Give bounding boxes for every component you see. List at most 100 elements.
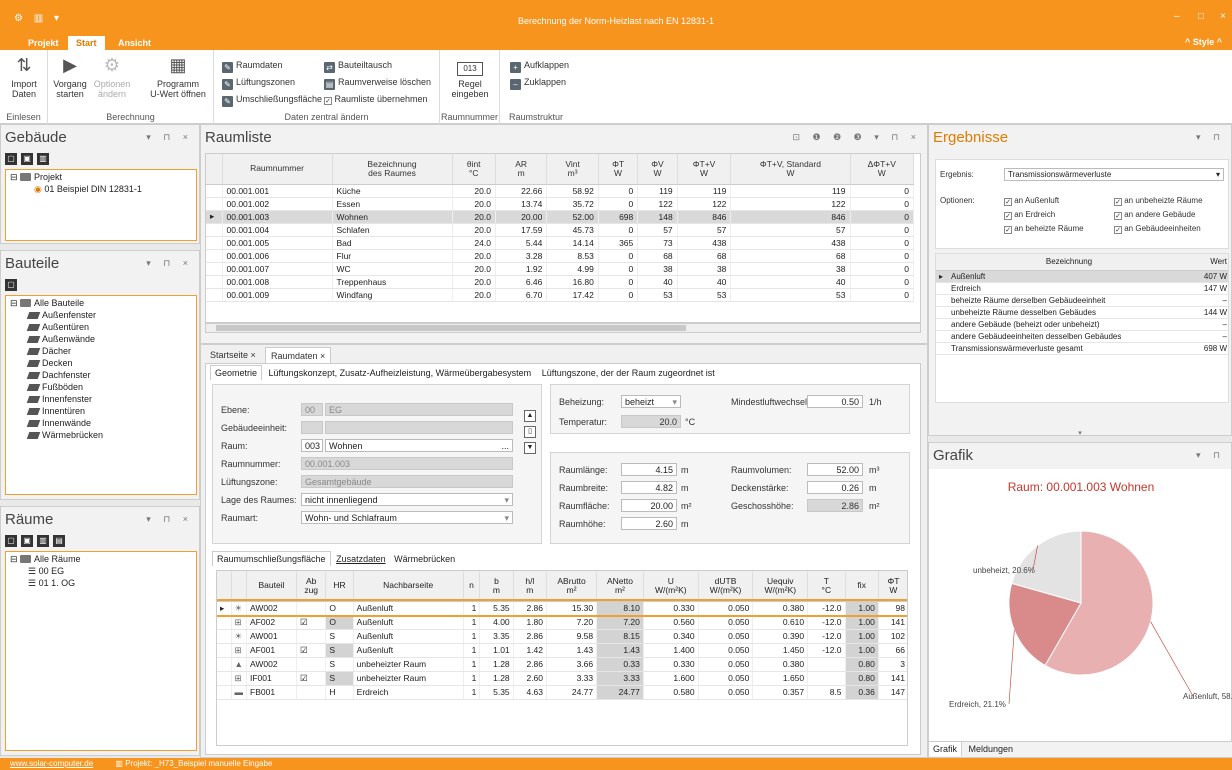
col-header[interactable]: Vint m³: [546, 154, 599, 185]
raumverweise-button[interactable]: ▤ Raumverweise löschen: [324, 75, 431, 90]
tree-node-geschoss[interactable]: ☰ 01 1. OG: [28, 578, 75, 589]
raumliste-uebernehmen-checkbox[interactable]: ✓ Raumliste übernehmen: [324, 92, 428, 106]
col-header[interactable]: AR m: [495, 154, 548, 185]
col-header[interactable]: HR: [325, 571, 354, 602]
doc-button[interactable]: ▯: [524, 426, 536, 438]
new-icon[interactable]: ▢: [5, 279, 17, 291]
raumdaten-button[interactable]: ✎ Raumdaten: [222, 58, 283, 73]
col-header[interactable]: b m: [479, 571, 514, 602]
tree-node-bauteil[interactable]: Außentüren: [26, 322, 89, 332]
tab-meldungen[interactable]: Meldungen: [965, 742, 1018, 756]
tab-waermebruecken[interactable]: Wärmebrücken: [391, 552, 458, 566]
close-icon[interactable]: ×: [1220, 11, 1226, 22]
table-cell[interactable]: ☑: [296, 643, 327, 658]
panel-controls[interactable]: ▾ ⊓: [1196, 450, 1225, 461]
col-header[interactable]: Bauteil: [246, 571, 297, 602]
doctab-startseite[interactable]: Startseite ×: [205, 347, 261, 363]
umschliessung-button[interactable]: ✎ Umschließungsfläche: [222, 92, 322, 107]
close-icon[interactable]: ×: [320, 351, 325, 361]
mindestluftwechsel-field[interactable]: 0.50: [807, 395, 863, 408]
tab-ansicht[interactable]: Ansicht: [110, 36, 159, 50]
table-cell[interactable]: [296, 685, 327, 700]
option-checkbox[interactable]: ✓ an Außenluft: [1004, 196, 1059, 206]
tree-node-bauteil[interactable]: Wärmebrücken: [26, 430, 103, 440]
table-row[interactable]: ▲ AW002 Sunbeheizter Raum 1 1.28 2.86 3.66 0.33…: [217, 657, 907, 672]
table-row[interactable]: andere Gebäudeeinheiten desselben Gebäud…: [936, 330, 1228, 343]
table-row[interactable]: ⊞ AF001 ☑ S Außenluft 1 1.01 1.42 1.43 1.43 1.400 0…: [217, 643, 907, 658]
table-cell[interactable]: ☑: [296, 671, 327, 686]
zuklappen-button[interactable]: – Zuklappen: [510, 75, 566, 90]
up-arrow-button[interactable]: ▲: [524, 410, 536, 422]
table-row[interactable]: ⊞ AF002 ☑ O Außenluft 1 4.00 1.80 7.20 7.20 0.560 0…: [217, 615, 907, 630]
option-checkbox[interactable]: ✓ an Erdreich: [1004, 210, 1055, 220]
aufklappen-button[interactable]: + Aufklappen: [510, 58, 569, 73]
beheizung-select[interactable]: beheizt ▾: [621, 395, 681, 408]
table-row[interactable]: 00.001.009 Windfang 20.0 6.70 17.42 0 53 53 53 0: [206, 288, 915, 302]
subtab-geometrie[interactable]: Geometrie: [210, 365, 263, 380]
tab-zusatzdaten[interactable]: Zusatzdaten: [333, 552, 389, 566]
close-icon[interactable]: ×: [251, 350, 256, 360]
import-daten-button[interactable]: ⇅ Import Daten: [6, 54, 42, 99]
option-checkbox[interactable]: ✓ an unbeheizte Räume: [1114, 196, 1203, 206]
vorgang-starten-button[interactable]: ▶ Vorgang starten: [50, 54, 90, 99]
panel-controls[interactable]: ▾ ⊓ ×: [146, 514, 193, 525]
table-row[interactable]: 00.001.005 Bad 24.0 5.44 14.14 365 73 438 438 0: [206, 236, 915, 250]
tree-node-beispiel[interactable]: ◉ 01 Beispiel DIN 12831-1: [34, 184, 142, 195]
dropdown-icon[interactable]: ▤: [53, 535, 65, 547]
table-row[interactable]: 00.001.004 Schlafen 20.0 17.59 45.73 0 57 57 57 0: [206, 223, 915, 237]
col-header[interactable]: fix: [845, 571, 879, 602]
option-checkbox[interactable]: ✓ an Gebäudeeinheiten: [1114, 224, 1201, 234]
raumbreite-field[interactable]: 4.82: [621, 481, 677, 494]
table-row[interactable]: 00.001.006 Flur 20.0 3.28 8.53 0 68 68 68 0: [206, 249, 915, 263]
new-icon[interactable]: ▢: [5, 535, 17, 547]
raumart-select[interactable]: Wohn- und Schlafraum ▾: [301, 511, 513, 524]
panel-controls[interactable]: ⊡ ❶ ❷ ❸ ▾ ⊓ ×: [792, 132, 921, 143]
col-header[interactable]: Bezeichnung des Raumes: [332, 154, 453, 185]
col-header[interactable]: ANetto m²: [596, 571, 644, 602]
subtab-lueftungszone[interactable]: Lüftungszone, der der Raum zugeordnet is…: [538, 366, 719, 380]
tab-start[interactable]: Start: [68, 36, 105, 50]
delete-icon[interactable]: ▥: [37, 153, 49, 165]
col-header[interactable]: ΦT+V, Standard W: [730, 154, 851, 185]
lueftungszonen-button[interactable]: ✎ Lüftungszonen: [222, 75, 295, 90]
tree-node-bauteil[interactable]: Außenwände: [26, 334, 95, 344]
table-row[interactable]: 00.001.008 Treppenhaus 20.0 6.46 16.80 0 40 40 4…: [206, 275, 915, 289]
table-row[interactable]: ☀ AW001 S Außenluft 1 3.35 2.86 9.58 8.15 0.340 0.…: [217, 629, 907, 644]
col-header[interactable]: U W/(m²K): [643, 571, 699, 602]
website-link[interactable]: www.solar-computer.de: [10, 759, 93, 768]
raumhoehe-field[interactable]: 2.60: [621, 517, 677, 530]
table-row[interactable]: ▬ FB001 H Erdreich 1 5.35 4.63 24.77 24.77 0.580 0…: [217, 685, 907, 700]
col-header[interactable]: ΦT W: [878, 571, 907, 602]
raum-field[interactable]: Wohnen...: [325, 439, 513, 452]
col-header[interactable]: θint °C: [452, 154, 496, 185]
tree-node-projekt[interactable]: ⊟ Projekt: [10, 172, 62, 183]
horizontal-scrollbar[interactable]: [205, 323, 921, 333]
splitter-icon[interactable]: ▾: [929, 429, 1231, 437]
optionen-button[interactable]: ⚙ Optionen ändern: [92, 54, 132, 99]
ellipsis-icon[interactable]: ...: [501, 441, 509, 451]
table-row[interactable]: beheizte Räume derselben Gebäudeeinheit –: [936, 294, 1228, 307]
table-row[interactable]: andere Gebäude (beheizt oder unbeheizt) –: [936, 318, 1228, 331]
tree-node-bauteil[interactable]: Außenfenster: [26, 310, 96, 320]
raumvolumen-field[interactable]: 52.00: [807, 463, 863, 476]
col-header[interactable]: dUTB W/(m²K): [698, 571, 754, 602]
table-row[interactable]: 00.001.001 Küche 20.0 22.66 58.92 0 119 119 119 0: [206, 184, 915, 198]
new-icon[interactable]: ▢: [5, 153, 17, 165]
col-header[interactable]: ΦT W: [598, 154, 639, 185]
option-checkbox[interactable]: ✓ an andere Gebäude: [1114, 210, 1195, 220]
table-row[interactable]: ▸ 00.001.003 Wohnen 20.0 20.00 52.00 698 148 846…: [206, 210, 915, 224]
style-menu[interactable]: ^ Style ^: [1185, 37, 1222, 47]
table-row[interactable]: ▸ ☀ AW002 O Außenluft 1 5.35 2.86 15.30 8.10 0.330…: [217, 599, 907, 617]
tree-node-bauteil[interactable]: Innentüren: [26, 406, 85, 416]
tree-node-alle-raeume[interactable]: ⊟ Alle Räume: [10, 554, 81, 565]
table-row[interactable]: ▸ Außenluft 407 W: [936, 270, 1228, 283]
col-header[interactable]: Nachbarseite: [353, 571, 464, 602]
col-header[interactable]: ABrutto m²: [546, 571, 598, 602]
raum-nr-field[interactable]: 003: [301, 439, 323, 452]
col-header[interactable]: ΦV W: [637, 154, 678, 185]
col-header[interactable]: h/l m: [513, 571, 548, 602]
tab-grafik[interactable]: Grafik: [929, 742, 963, 756]
col-header[interactable]: ΔΦT+V W: [850, 154, 915, 185]
bauteiltausch-button[interactable]: ⇄ Bauteiltausch: [324, 58, 392, 73]
col-header[interactable]: ΦT+V W: [677, 154, 732, 185]
